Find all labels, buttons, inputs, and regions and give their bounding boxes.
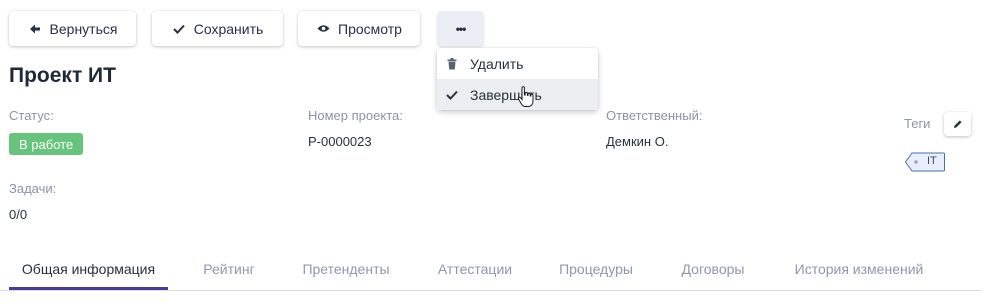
page-title: Проект ИТ <box>9 64 116 87</box>
project-number-label: Номер проекта: <box>308 108 403 123</box>
project-number-value: P-0000023 <box>308 134 372 149</box>
tab-procedures[interactable]: Процедуры <box>546 247 646 290</box>
save-button-label: Сохранить <box>193 20 264 37</box>
tab-change-history[interactable]: История изменений <box>780 247 938 290</box>
edit-tags-button[interactable] <box>944 112 971 136</box>
tab-attestations[interactable]: Аттестации <box>422 247 528 290</box>
back-button-label: Вернуться <box>49 20 118 37</box>
tasks-label: Задачи: <box>9 181 57 196</box>
back-button[interactable]: Вернуться <box>9 11 136 46</box>
tab-candidates[interactable]: Претенденты <box>290 247 402 290</box>
active-tab-indicator <box>9 287 168 290</box>
save-button[interactable]: Сохранить <box>152 11 283 46</box>
trash-icon <box>445 57 459 71</box>
preview-button-label: Просмотр <box>338 20 402 37</box>
menu-item-delete[interactable]: Удалить <box>437 48 598 79</box>
tag-chip-label: IT <box>927 155 937 167</box>
owner-value: Демкин О. <box>606 134 669 149</box>
arrow-left-icon <box>28 22 42 36</box>
hand-pointer-icon <box>517 86 534 107</box>
menu-item-delete-label: Удалить <box>470 55 524 72</box>
eye-icon <box>316 22 330 36</box>
check-icon <box>445 88 459 102</box>
tab-contracts[interactable]: Договоры <box>666 247 760 290</box>
tab-general-info[interactable]: Общая информация <box>9 247 168 290</box>
preview-button[interactable]: Просмотр <box>298 11 420 46</box>
more-dots-icon: ••• <box>455 21 467 36</box>
owner-label: Ответственный: <box>606 108 703 123</box>
tag-shape-icon <box>905 152 945 172</box>
tab-bar: Общая информация Рейтинг Претенденты Атт… <box>0 247 981 291</box>
check-icon <box>172 22 186 36</box>
pencil-icon <box>953 120 961 128</box>
status-badge: В работе <box>9 133 84 155</box>
more-actions-button[interactable]: ••• <box>437 11 484 46</box>
tasks-value: 0/0 <box>9 207 28 222</box>
status-label: Статус: <box>9 108 54 123</box>
tab-rating[interactable]: Рейтинг <box>186 247 272 290</box>
tags-label: Теги <box>904 116 931 131</box>
